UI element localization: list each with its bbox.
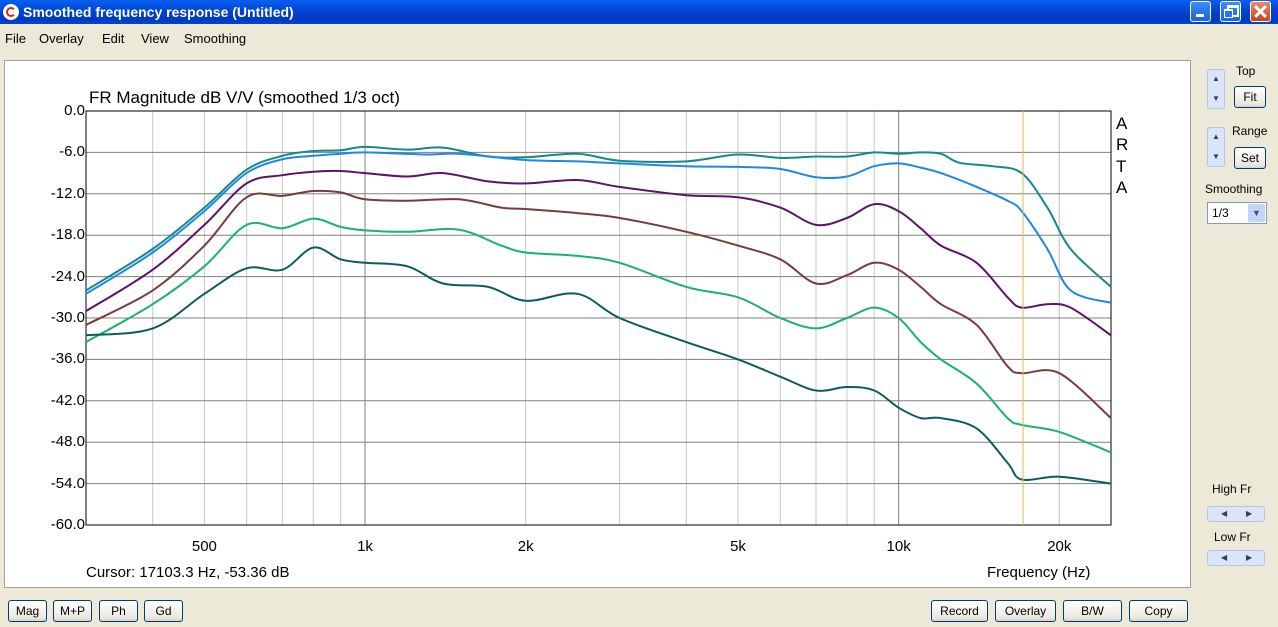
cursor-readout: Cursor: 17103.3 Hz, -53.36 dB: [86, 564, 290, 581]
top-spinner[interactable]: ▲ ▼: [1207, 69, 1225, 109]
brand-letter: A: [1116, 114, 1128, 133]
range-spinner[interactable]: ▲ ▼: [1207, 127, 1225, 167]
y-tick-label: -54.0: [50, 474, 85, 492]
right-arrow-icon[interactable]: ▶: [1246, 509, 1252, 518]
low-fr-spinner[interactable]: ◀ ▶: [1207, 550, 1265, 566]
x-tick-label: 1k: [357, 538, 373, 555]
response-curve: [85, 246, 1112, 485]
record-button[interactable]: Record: [931, 600, 988, 622]
left-arrow-icon[interactable]: ◀: [1221, 509, 1227, 518]
up-arrow-icon[interactable]: ▲: [1212, 132, 1220, 141]
smoothing-label: Smoothing: [1205, 182, 1263, 196]
minimize-button[interactable]: [1190, 1, 1211, 22]
overlay-button[interactable]: Overlay: [995, 600, 1056, 622]
y-tick-label: -6.0: [59, 143, 85, 161]
close-button[interactable]: [1250, 1, 1271, 22]
y-tick-label: -24.0: [50, 267, 85, 285]
group-delay-button[interactable]: Gd: [144, 600, 183, 622]
x-tick-label: 5k: [730, 538, 746, 555]
window-title: Smoothed frequency response (Untitled): [23, 4, 294, 20]
phase-button[interactable]: Ph: [99, 600, 138, 622]
menu-bar: File Overlay Edit View Smoothing: [0, 27, 1278, 49]
brand-letter: A: [1116, 178, 1128, 197]
high-fr-spinner[interactable]: ◀ ▶: [1207, 506, 1265, 522]
menu-file[interactable]: File: [5, 31, 26, 46]
x-tick-label: 20k: [1047, 538, 1072, 555]
y-tick-label: -42.0: [50, 391, 85, 409]
frequency-response-plot[interactable]: [5, 61, 1190, 587]
y-tick-label: 0.0: [64, 102, 85, 119]
smoothing-value: 1/3: [1212, 206, 1229, 220]
title-bar: Smoothed frequency response (Untitled): [0, 0, 1278, 24]
restore-button[interactable]: [1220, 1, 1241, 22]
response-curve: [85, 169, 1112, 337]
up-arrow-icon[interactable]: ▲: [1212, 74, 1220, 83]
brand-letter: T: [1116, 157, 1127, 176]
range-label: Range: [1232, 124, 1268, 138]
low-fr-label: Low Fr: [1214, 530, 1251, 544]
x-tick-label: 2k: [517, 538, 534, 555]
y-tick-label: -18.0: [50, 226, 85, 244]
x-tick-label: 500: [191, 538, 217, 555]
high-fr-label: High Fr: [1212, 482, 1252, 496]
right-arrow-icon[interactable]: ▶: [1246, 553, 1252, 562]
y-tick-label: -60.0: [50, 516, 85, 533]
copy-button[interactable]: Copy: [1129, 600, 1188, 622]
brand-letter: R: [1116, 135, 1129, 154]
set-button[interactable]: Set: [1234, 147, 1266, 169]
response-curve: [85, 145, 1112, 292]
down-arrow-icon[interactable]: ▼: [1212, 152, 1220, 161]
top-label: Top: [1236, 64, 1256, 78]
plot-panel[interactable]: FR Magnitude dB V/V (smoothed 1/3 oct) 0…: [4, 60, 1191, 588]
menu-edit[interactable]: Edit: [102, 31, 124, 46]
mag-button[interactable]: Mag: [8, 600, 47, 622]
menu-overlay[interactable]: Overlay: [39, 31, 84, 46]
menu-view[interactable]: View: [141, 31, 169, 46]
fit-button[interactable]: Fit: [1234, 86, 1266, 108]
x-tick-label: 10k: [886, 538, 911, 555]
left-arrow-icon[interactable]: ◀: [1221, 553, 1227, 562]
chevron-down-icon[interactable]: ▼: [1248, 204, 1265, 222]
bw-button[interactable]: B/W: [1063, 600, 1122, 622]
down-arrow-icon[interactable]: ▼: [1212, 94, 1220, 103]
y-tick-label: -12.0: [50, 184, 85, 202]
menu-smoothing[interactable]: Smoothing: [184, 31, 246, 46]
mag-phase-button[interactable]: M+P: [53, 600, 92, 622]
x-axis-title: Frequency (Hz): [987, 564, 1091, 581]
y-tick-label: -48.0: [50, 433, 85, 451]
smoothing-select[interactable]: 1/3 ▼: [1207, 202, 1267, 224]
y-tick-label: -36.0: [50, 350, 85, 368]
app-icon[interactable]: [3, 4, 19, 20]
y-tick-label: -30.0: [50, 309, 85, 326]
